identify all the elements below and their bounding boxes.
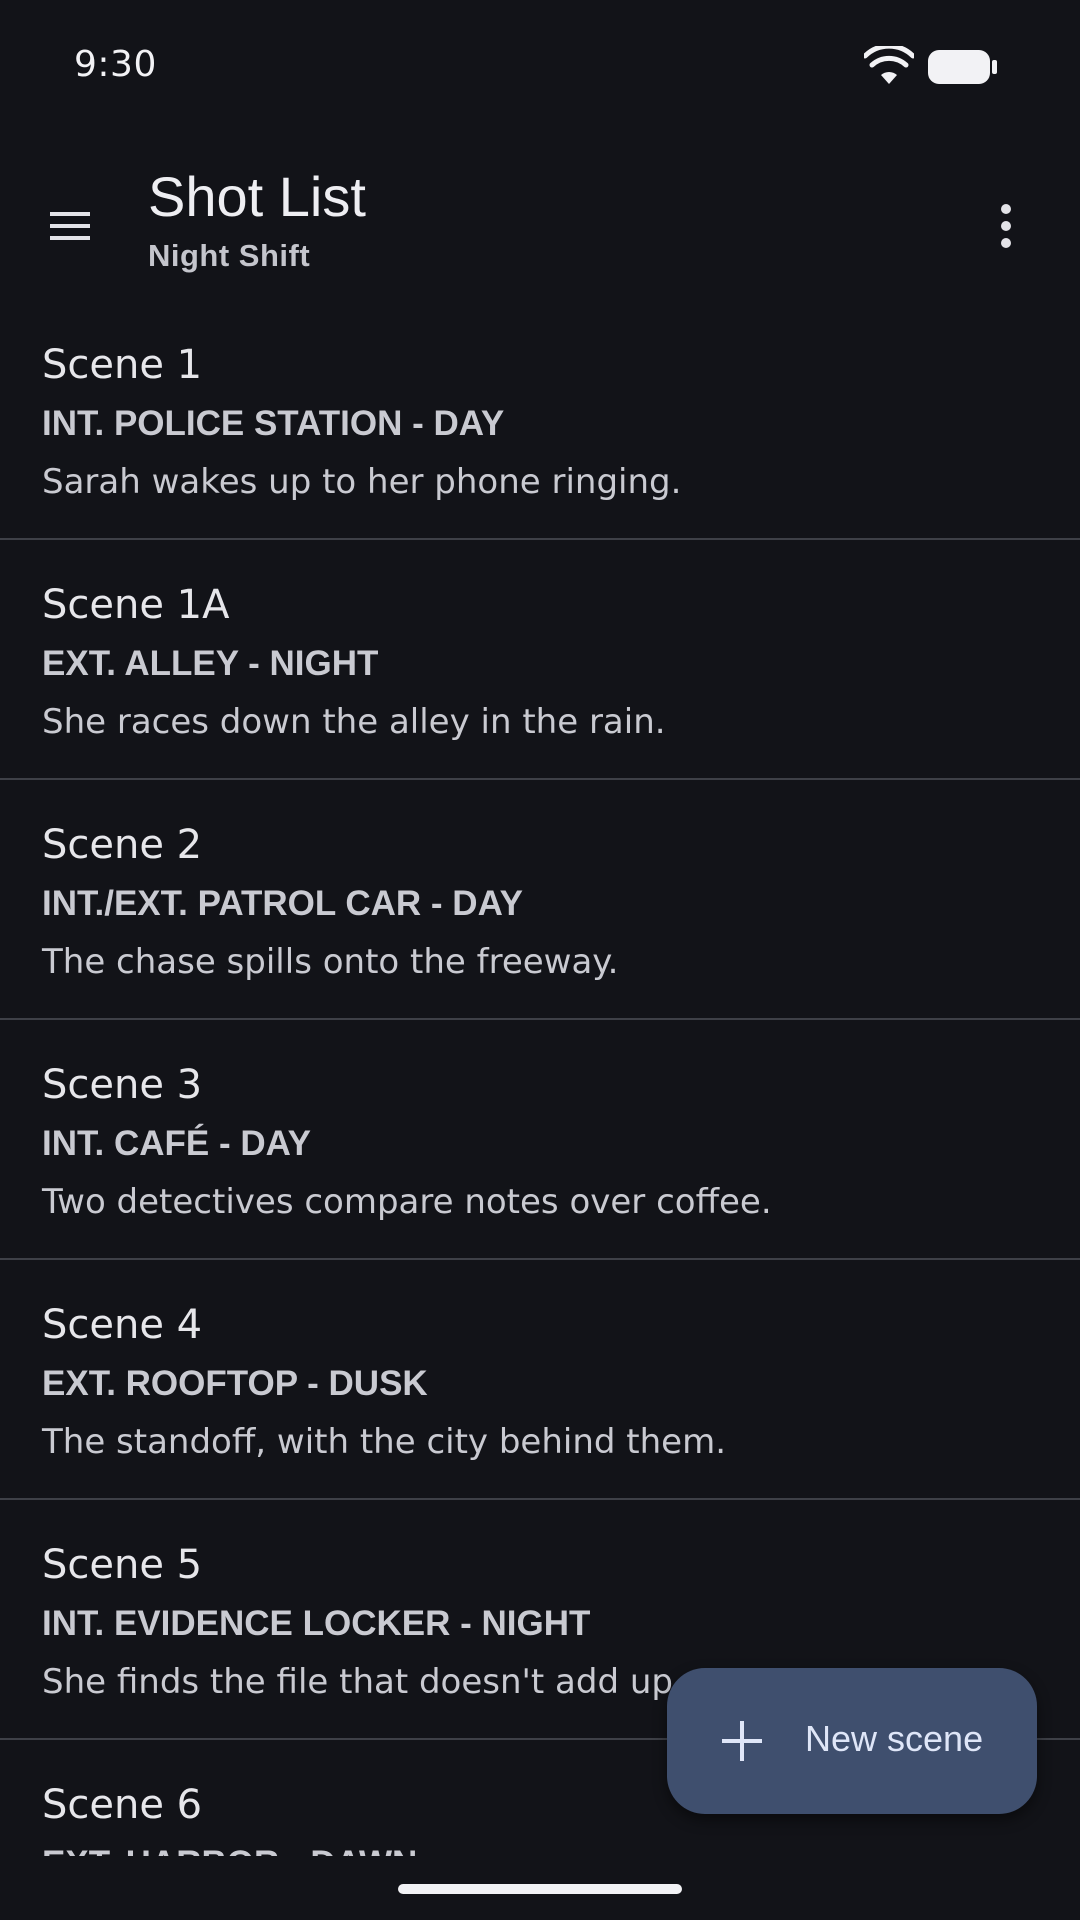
scene-description: The chase spills onto the freeway. [42,942,619,982]
scene-heading: EXT. ROOFTOP - DUSK [42,1364,428,1403]
scene-list-item[interactable]: Scene 1 INT. POLICE STATION - DAY Sarah … [0,300,1080,540]
plus-icon [722,1721,762,1761]
title-block: Shot List Night Shift [148,164,366,278]
scene-heading: INT. POLICE STATION - DAY [42,404,505,443]
scene-list-item[interactable]: Scene 3 INT. CAFÉ - DAY Two detectives c… [0,1020,1080,1260]
scene-heading: EXT. HARBOR - DAWN [42,1844,417,1856]
menu-icon[interactable] [40,198,96,254]
scene-description: She races down the alley in the rain. [42,702,666,742]
scene-list-item[interactable]: Scene 4 EXT. ROOFTOP - DUSK The standoff… [0,1260,1080,1500]
gesture-nav-handle[interactable] [398,1884,682,1894]
status-bar: 9:30 [0,0,1080,132]
wifi-icon [864,46,914,84]
scene-title: Scene 3 [42,1062,203,1108]
scene-list: Scene 1 INT. POLICE STATION - DAY Sarah … [0,300,1080,1856]
app-bar: Shot List Night Shift [0,132,1080,312]
scene-description: The standoff, with the city behind them. [42,1422,727,1462]
scene-heading: INT. CAFÉ - DAY [42,1124,312,1163]
scene-title: Scene 5 [42,1542,203,1588]
scene-list-item[interactable]: Scene 2 INT./EXT. PATROL CAR - DAY The c… [0,780,1080,1020]
scene-title: Scene 1 [42,342,203,388]
scene-title: Scene 2 [42,822,203,868]
scene-heading: INT. EVIDENCE LOCKER - NIGHT [42,1604,591,1643]
scene-description: Sarah wakes up to her phone ringing. [42,462,682,502]
scene-heading: INT./EXT. PATROL CAR - DAY [42,884,523,923]
scene-title: Scene 1A [42,582,230,628]
scene-list-item[interactable]: Scene 1A EXT. ALLEY - NIGHT She races do… [0,540,1080,780]
scene-title: Scene 6 [42,1782,203,1828]
new-scene-button[interactable]: New scene [667,1668,1037,1814]
status-time: 9:30 [74,44,157,85]
scene-description: Two detectives compare notes over coffee… [42,1182,772,1222]
page-subtitle: Night Shift [148,238,311,273]
page-title: Shot List [148,165,366,228]
scene-heading: EXT. ALLEY - NIGHT [42,644,379,683]
scene-description: She finds the file that doesn't add up. [42,1662,684,1702]
new-scene-label: New scene [805,1718,984,1759]
more-vert-icon[interactable] [980,198,1032,254]
battery-icon [928,50,997,84]
scene-title: Scene 4 [42,1302,203,1348]
